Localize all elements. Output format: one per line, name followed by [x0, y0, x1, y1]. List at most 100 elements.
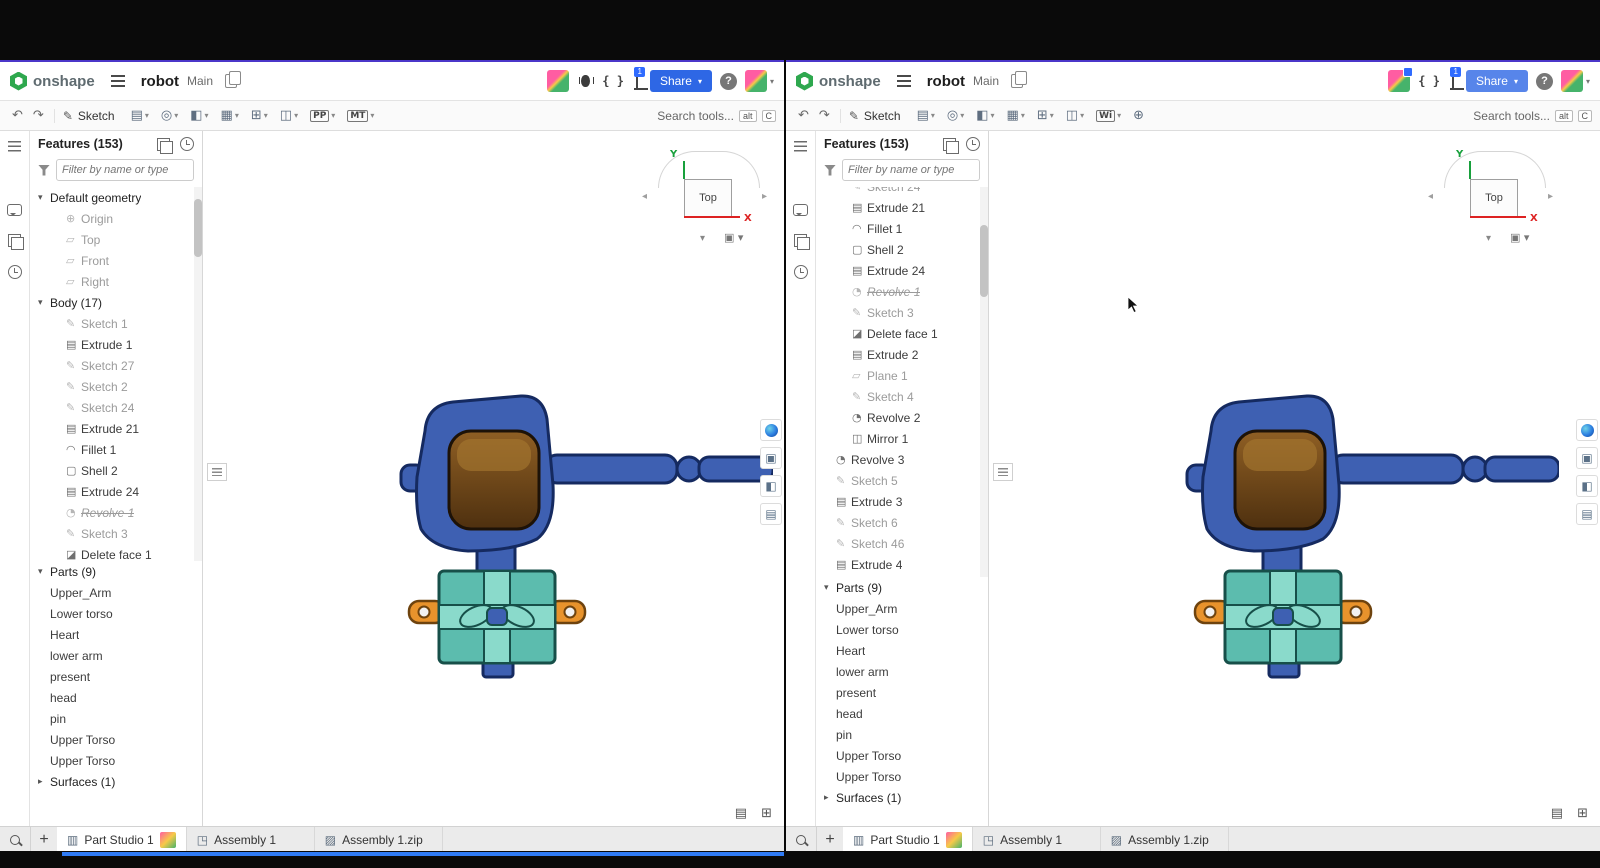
- feature-tree-item[interactable]: ▤ Extrude 24: [816, 260, 988, 281]
- feature-tree-item[interactable]: ◔ Revolve 1: [816, 281, 988, 302]
- grid-toggle-icon[interactable]: [761, 806, 772, 821]
- rotate-left-icon[interactable]: [642, 191, 647, 202]
- onshape-logo-icon[interactable]: [796, 72, 813, 91]
- tree-scrollbar[interactable]: [980, 187, 988, 577]
- view-cube[interactable]: Y Top X: [642, 151, 774, 255]
- feature-tree-item[interactable]: ▾ Default geometry: [30, 187, 202, 208]
- feature-tree-item[interactable]: ▤ Extrude 3: [816, 491, 988, 512]
- named-views-icon[interactable]: [760, 447, 782, 469]
- redo-icon[interactable]: [815, 108, 834, 123]
- toolbar-tool[interactable]: ◧: [184, 101, 214, 130]
- toolbar-tool[interactable]: ⊞: [1031, 101, 1060, 130]
- history-icon[interactable]: [794, 265, 808, 279]
- parts-list-item[interactable]: head: [816, 703, 988, 724]
- collaborator-avatar[interactable]: [1388, 70, 1410, 92]
- panel-expand-icon[interactable]: [943, 138, 956, 151]
- parts-list-item[interactable]: head: [30, 687, 202, 708]
- parts-list-item[interactable]: Upper Torso: [30, 729, 202, 750]
- parts-list-item[interactable]: present: [30, 666, 202, 687]
- main-menu-icon[interactable]: [897, 80, 911, 82]
- feature-tree-item[interactable]: ⊕ Origin: [30, 208, 202, 229]
- view-cube-face[interactable]: Top: [684, 179, 732, 217]
- feature-tree-item[interactable]: ◪ Delete face 1: [816, 323, 988, 344]
- tree-scrollbar[interactable]: [194, 187, 202, 561]
- parts-list-item[interactable]: Upper_Arm: [816, 598, 988, 619]
- iso-view-icon[interactable]: [1510, 231, 1529, 244]
- features-flyout-icon[interactable]: [207, 463, 227, 481]
- filter-icon[interactable]: [824, 165, 836, 176]
- feature-tree-scroll[interactable]: ✎ Sketch 24 ▤ Extrude 21 ◠ Fillet 1: [816, 187, 988, 577]
- feature-tree-item[interactable]: ▤ Extrude 21: [30, 418, 202, 439]
- sketch-button[interactable]: Sketch: [54, 109, 123, 123]
- add-tab-button[interactable]: +: [817, 827, 843, 851]
- toolbar-tool[interactable]: MT: [341, 101, 380, 130]
- features-flyout-icon[interactable]: [993, 463, 1013, 481]
- branch-name[interactable]: Main: [973, 74, 999, 88]
- chevron-icon[interactable]: ▾: [38, 298, 50, 308]
- toolbar-tool[interactable]: ◫: [274, 101, 304, 130]
- display-options-icon[interactable]: [1576, 419, 1598, 441]
- toolbar-tool[interactable]: ▤: [125, 101, 155, 130]
- document-tab[interactable]: ▨ Assembly 1.zip: [315, 827, 443, 851]
- parts-list-item[interactable]: Lower torso: [30, 603, 202, 624]
- feature-tree-item[interactable]: ✎ Sketch 24: [816, 187, 988, 197]
- view-menu-caret-icon[interactable]: [700, 233, 705, 244]
- branch-name[interactable]: Main: [187, 74, 213, 88]
- onshape-logo-icon[interactable]: [10, 72, 27, 91]
- featurescript-icon[interactable]: { }: [602, 74, 624, 88]
- feature-tree-item[interactable]: ◪ Delete face 1: [30, 544, 202, 561]
- rotate-left-icon[interactable]: [1428, 191, 1433, 202]
- help-button[interactable]: ?: [720, 73, 737, 90]
- chevron-icon[interactable]: ▾: [38, 193, 50, 203]
- feature-tree-scroll[interactable]: ▾ Default geometry ⊕ Origin ▱ Top: [30, 187, 202, 561]
- toolbar-tool[interactable]: ◫: [1060, 101, 1090, 130]
- feature-tree-item[interactable]: ◠ Fillet 1: [30, 439, 202, 460]
- feature-tree-item[interactable]: ◠ Fillet 1: [816, 218, 988, 239]
- parts-list-item[interactable]: present: [816, 682, 988, 703]
- redo-icon[interactable]: [29, 108, 48, 123]
- feature-tree-item[interactable]: ◔ Revolve 3: [816, 449, 988, 470]
- chevron-icon[interactable]: ▸: [38, 777, 50, 787]
- share-button[interactable]: Share: [650, 70, 712, 92]
- rotate-right-icon[interactable]: [762, 191, 767, 202]
- tree-scrollbar-thumb[interactable]: [980, 225, 988, 297]
- feature-tree-item[interactable]: ✎ Sketch 27: [30, 355, 202, 376]
- main-menu-icon[interactable]: [111, 80, 125, 82]
- feature-tree-item[interactable]: ▱ Top: [30, 229, 202, 250]
- feature-tree-item[interactable]: ▤ Extrude 1: [30, 334, 202, 355]
- feature-tree-item[interactable]: ▢ Shell 2: [30, 460, 202, 481]
- filter-icon[interactable]: [38, 165, 50, 176]
- feature-tree-item[interactable]: ▱ Plane 1: [816, 365, 988, 386]
- toolbar-tool[interactable]: ▦: [1001, 101, 1031, 130]
- parts-list-item[interactable]: pin: [30, 708, 202, 729]
- document-tab[interactable]: ◳ Assembly 1: [187, 827, 315, 851]
- feature-tree-item[interactable]: ▤ Extrude 24: [30, 481, 202, 502]
- toolbar-tool[interactable]: ⊕: [1127, 101, 1150, 130]
- share-button[interactable]: Share: [1466, 70, 1528, 92]
- parts-list-item[interactable]: Upper_Arm: [30, 582, 202, 603]
- parts-list-item[interactable]: ▸ Surfaces (1): [30, 771, 202, 792]
- parts-list-item[interactable]: Lower torso: [816, 619, 988, 640]
- document-tab[interactable]: ▨ Assembly 1.zip: [1101, 827, 1229, 851]
- chevron-icon[interactable]: ▸: [824, 793, 836, 803]
- parts-list-item[interactable]: ▾ Parts (9): [816, 577, 988, 598]
- feature-tree-item[interactable]: ▢ Shell 2: [816, 239, 988, 260]
- toolbar-tool[interactable]: Wi: [1090, 101, 1127, 130]
- notifications-bell[interactable]: 1: [1452, 74, 1454, 88]
- view-cube-face[interactable]: Top: [1470, 179, 1518, 217]
- undo-icon[interactable]: [8, 108, 27, 123]
- chevron-icon[interactable]: ▾: [824, 583, 836, 593]
- feature-tree-item[interactable]: ▤ Extrude 4: [816, 554, 988, 575]
- print-icon[interactable]: [1551, 806, 1563, 821]
- toolbar-tool[interactable]: ▤: [911, 101, 941, 130]
- filter-input[interactable]: [56, 159, 194, 181]
- parts-list-item[interactable]: lower arm: [816, 661, 988, 682]
- feature-tree-item[interactable]: ◔ Revolve 1: [30, 502, 202, 523]
- filter-input[interactable]: [842, 159, 980, 181]
- feature-tree-item[interactable]: ▱ Front: [30, 250, 202, 271]
- comments-icon[interactable]: [7, 204, 22, 216]
- document-tab[interactable]: ▥ Part Studio 1: [57, 827, 187, 851]
- toolbar-tool[interactable]: ⊞: [245, 101, 274, 130]
- document-tab[interactable]: ▥ Part Studio 1: [843, 827, 973, 851]
- parts-list-item[interactable]: ▸ Surfaces (1): [816, 787, 988, 808]
